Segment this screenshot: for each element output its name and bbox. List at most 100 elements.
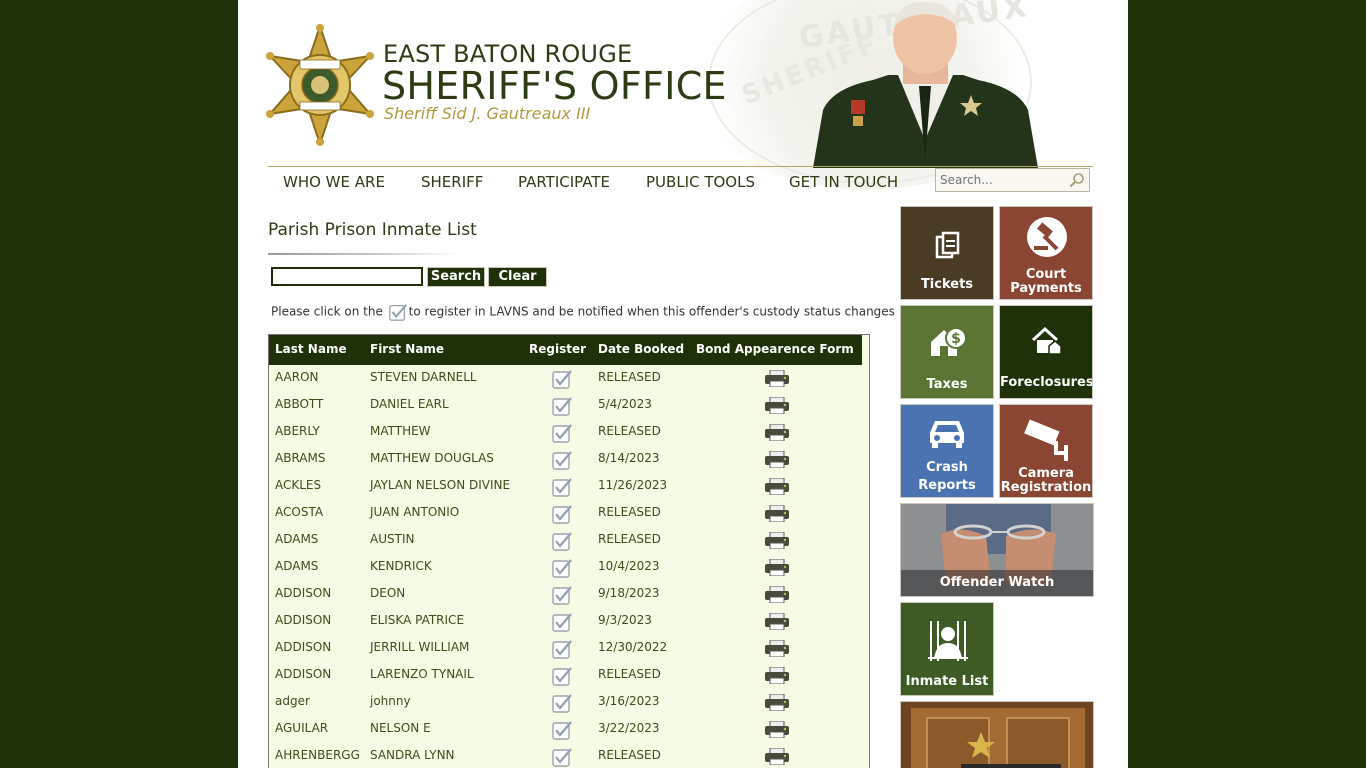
- printer-icon[interactable]: [764, 370, 790, 387]
- table-row: ADDISON DEON 9/18/2023: [269, 581, 862, 608]
- site-header: GAUTREAUX SHERIFF EAST BATON ROUGE SHERI…: [238, 0, 1128, 190]
- register-checkbox-icon[interactable]: [551, 638, 573, 660]
- search-button[interactable]: Search: [427, 267, 485, 287]
- tile-court-payments[interactable]: Court Payments: [999, 206, 1093, 300]
- cell-first-name: SANDRA LYNN: [370, 748, 455, 762]
- header-title: SHERIFF'S OFFICE: [382, 64, 727, 108]
- table-row: ABBOTT DANIEL EARL 5/4/2023: [269, 392, 862, 419]
- page: GAUTREAUX SHERIFF EAST BATON ROUGE SHERI…: [238, 0, 1128, 768]
- cell-last-name: AGUILAR: [275, 721, 329, 735]
- register-checkbox-icon[interactable]: [551, 719, 573, 741]
- printer-icon[interactable]: [764, 559, 790, 576]
- cell-first-name: JAYLAN NELSON DIVINE: [370, 478, 511, 492]
- printer-icon[interactable]: [764, 613, 790, 630]
- nav-sheriff[interactable]: SHERIFF: [421, 173, 483, 191]
- table-row: adger johnny 3/16/2023: [269, 689, 862, 716]
- tile-camera-registration[interactable]: Camera Registration: [999, 404, 1093, 498]
- cell-last-name: adger: [275, 694, 310, 708]
- lavns-note: Please click on the to register in LAVNS…: [271, 302, 895, 322]
- col-date-booked[interactable]: Date Booked: [598, 342, 684, 356]
- cell-first-name: DEON: [370, 586, 406, 600]
- tile-court-label-1: Court: [1025, 267, 1067, 282]
- printer-icon[interactable]: [764, 694, 790, 711]
- printer-icon[interactable]: [764, 640, 790, 657]
- tile-wood-cabinet[interactable]: [900, 701, 1094, 768]
- cell-last-name: ADAMS: [275, 559, 319, 573]
- checkbox-icon: [388, 304, 407, 321]
- col-last-name[interactable]: Last Name: [275, 342, 347, 356]
- inmate-bars-icon: [928, 621, 968, 661]
- clear-button[interactable]: Clear: [488, 267, 547, 287]
- cell-date-booked: 10/4/2023: [598, 559, 660, 573]
- house-dollar-icon: $: [931, 327, 967, 356]
- lavns-note-end: to register in LAVNS and be notified whe…: [408, 304, 895, 319]
- tile-tickets-label: Tickets: [920, 277, 974, 292]
- cell-date-booked: 3/22/2023: [598, 721, 660, 735]
- tile-inmate-list[interactable]: Inmate List: [900, 602, 994, 696]
- sheriff-badge-logo[interactable]: [266, 24, 374, 146]
- register-checkbox-icon[interactable]: [551, 746, 573, 768]
- tile-camera-label-1: Camera: [1018, 466, 1074, 481]
- register-checkbox-icon[interactable]: [551, 449, 573, 471]
- cell-date-booked: 5/4/2023: [598, 397, 652, 411]
- cell-first-name: LARENZO TYNAIL: [370, 667, 474, 681]
- nav-get-in-touch[interactable]: GET IN TOUCH: [789, 173, 898, 191]
- register-checkbox-icon[interactable]: [551, 422, 573, 444]
- register-checkbox-icon[interactable]: [551, 692, 573, 714]
- site-search-input[interactable]: [936, 170, 1072, 190]
- table-row: AHRENBERGG SANDRA LYNN RELEASED: [269, 743, 862, 768]
- register-checkbox-icon[interactable]: [551, 557, 573, 579]
- svg-text:$: $: [951, 331, 961, 347]
- search-icon[interactable]: [1069, 172, 1085, 188]
- register-checkbox-icon[interactable]: [551, 476, 573, 498]
- tile-offender-label: Offender Watch: [939, 575, 1055, 590]
- tile-crash-label-1: Crash: [926, 460, 968, 475]
- cell-date-booked: RELEASED: [598, 424, 661, 438]
- register-checkbox-icon[interactable]: [551, 665, 573, 687]
- printer-icon[interactable]: [764, 532, 790, 549]
- printer-icon[interactable]: [764, 451, 790, 468]
- cell-date-booked: RELEASED: [598, 370, 661, 384]
- register-checkbox-icon[interactable]: [551, 530, 573, 552]
- tile-taxes[interactable]: $ Taxes: [900, 305, 994, 399]
- register-checkbox-icon[interactable]: [551, 611, 573, 633]
- inmate-table: Last Name First Name Register Date Booke…: [268, 334, 870, 768]
- nav-public-tools[interactable]: PUBLIC TOOLS: [646, 173, 755, 191]
- tile-foreclosures[interactable]: Foreclosures: [999, 305, 1093, 399]
- ticket-icon: [935, 231, 960, 259]
- table-row: ACKLES JAYLAN NELSON DIVINE 11/26/2023: [269, 473, 862, 500]
- printer-icon[interactable]: [764, 721, 790, 738]
- wood-cabinet-photo: [901, 702, 1093, 768]
- nav-who-we-are[interactable]: WHO WE ARE: [283, 173, 385, 191]
- header-sheriff-name: Sheriff Sid J. Gautreaux III: [384, 104, 591, 123]
- cell-last-name: ADDISON: [275, 586, 332, 600]
- printer-icon[interactable]: [764, 586, 790, 603]
- register-checkbox-icon[interactable]: [551, 503, 573, 525]
- printer-icon[interactable]: [764, 397, 790, 414]
- table-row: ADAMS AUSTIN RELEASED: [269, 527, 862, 554]
- inmate-search-input[interactable]: [271, 267, 423, 286]
- printer-icon[interactable]: [764, 505, 790, 522]
- cell-last-name: ADDISON: [275, 640, 332, 654]
- cell-last-name: ACOSTA: [275, 505, 324, 519]
- register-checkbox-icon[interactable]: [551, 584, 573, 606]
- register-checkbox-icon[interactable]: [551, 395, 573, 417]
- car-icon: [930, 421, 964, 448]
- register-checkbox-icon[interactable]: [551, 368, 573, 390]
- nav-participate[interactable]: PARTICIPATE: [518, 173, 610, 191]
- printer-icon[interactable]: [764, 667, 790, 684]
- printer-icon[interactable]: [764, 478, 790, 495]
- cell-date-booked: 9/18/2023: [598, 586, 660, 600]
- security-camera-icon: [1024, 419, 1068, 461]
- printer-icon[interactable]: [764, 424, 790, 441]
- lavns-note-start: Please click on the: [271, 304, 383, 319]
- tile-offender-watch[interactable]: Offender Watch: [900, 503, 1094, 597]
- tile-tickets[interactable]: Tickets: [900, 206, 994, 300]
- cell-last-name: ABBOTT: [275, 397, 324, 411]
- tile-crash-reports[interactable]: Crash Reports: [900, 404, 994, 498]
- cell-last-name: ADAMS: [275, 532, 319, 546]
- col-first-name[interactable]: First Name: [370, 342, 444, 356]
- cell-first-name: JUAN ANTONIO: [370, 505, 460, 519]
- table-row: AARON STEVEN DARNELL RELEASED: [269, 365, 862, 392]
- printer-icon[interactable]: [764, 748, 790, 765]
